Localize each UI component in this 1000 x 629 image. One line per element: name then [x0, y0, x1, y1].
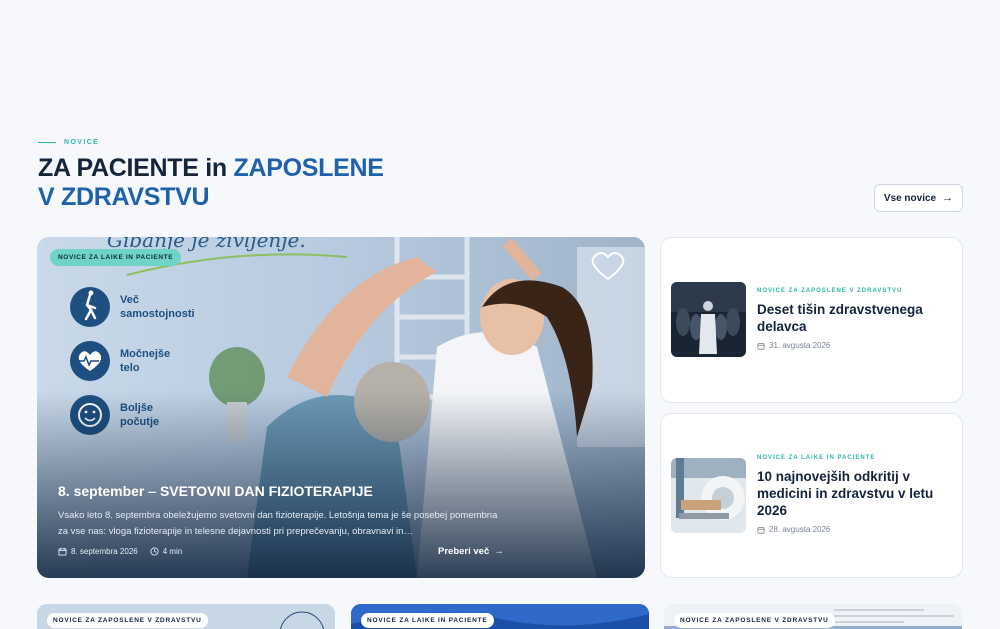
side-article-card[interactable]: NOVICE ZA LAIKE IN PACIENTE 10 najnovejš…: [660, 413, 963, 578]
featured-date: 8. septembra 2026: [58, 547, 138, 556]
calendar-icon: [58, 547, 67, 556]
all-news-label: Vse novice: [883, 192, 937, 204]
side-article-title[interactable]: 10 najnovejših odkritij v medicini in zd…: [757, 468, 952, 519]
side-article-date-text: 28. avgusta 2026: [769, 525, 831, 534]
featured-article-excerpt: Vsako leto 8. septembra obeležujemo svet…: [58, 510, 498, 537]
eyebrow-label: NOVICE: [64, 139, 100, 146]
side-article-category[interactable]: NOVICE ZA LAIKE IN PACIENTE: [757, 455, 952, 461]
bottom-article-category[interactable]: NOVICE ZA ZAPOSLENE V ZDRAVSTVU: [674, 613, 835, 628]
side-article-category[interactable]: NOVICE ZA ZAPOSLENE V ZDRAVSTVU: [757, 288, 952, 294]
featured-read-time: 4 min: [150, 547, 183, 556]
featured-article-content: 8. september – SVETOVNI DAN FIZIOTERAPIJ…: [58, 483, 505, 540]
featured-date-text: 8. septembra 2026: [71, 547, 138, 556]
bottom-article-card[interactable]: NOVICE ZA LAIKE IN PACIENTE: [351, 604, 649, 629]
side-article-date: 28. avgusta 2026: [757, 525, 952, 534]
featured-category-badge[interactable]: NOVICE ZA LAIKE IN PACIENTE: [50, 249, 182, 266]
side-article-info: NOVICE ZA ZAPOSLENE V ZDRAVSTVU Deset ti…: [757, 288, 952, 350]
featured-article-card[interactable]: Gibanje je življenje. Več samostojnosti …: [37, 237, 645, 578]
arrow-right-icon: →: [942, 192, 954, 204]
bottom-article-category[interactable]: NOVICE ZA LAIKE IN PACIENTE: [361, 613, 494, 628]
side-article-date: 31. avgusta 2026: [757, 341, 952, 350]
calendar-icon: [757, 526, 765, 534]
bottom-article-card[interactable]: NOVICE ZA ZAPOSLENE V ZDRAVSTVU: [37, 604, 335, 629]
side-article-thumbnail: [671, 282, 746, 357]
featured-article-meta: 8. septembra 2026 4 min: [58, 547, 182, 556]
title-dark-part: ZA PACIENTE in: [38, 154, 227, 182]
section-title: ZA PACIENTE in ZAPOSLENE V ZDRAVSTVU: [38, 154, 384, 212]
side-article-info: NOVICE ZA LAIKE IN PACIENTE 10 najnovejš…: [757, 455, 952, 534]
bottom-article-category[interactable]: NOVICE ZA ZAPOSLENE V ZDRAVSTVU: [47, 613, 208, 628]
arrow-right-icon: →: [494, 546, 504, 557]
bottom-article-card[interactable]: NOVICE ZA ZAPOSLENE V ZDRAVSTVU: [664, 604, 962, 629]
side-article-title[interactable]: Deset tišin zdravstvenega delavca: [757, 301, 952, 335]
side-article-thumbnail: [671, 458, 746, 533]
calendar-icon: [757, 342, 765, 350]
title-blue-part-2: V ZDRAVSTVU: [38, 183, 210, 211]
side-article-card[interactable]: NOVICE ZA ZAPOSLENE V ZDRAVSTVU Deset ti…: [660, 237, 963, 403]
all-news-button[interactable]: Vse novice →: [874, 184, 963, 212]
read-more-label: Preberi več: [438, 546, 490, 557]
section-eyebrow: NOVICE: [38, 139, 99, 146]
read-more-link[interactable]: Preberi več →: [438, 546, 504, 557]
title-blue-part-1: ZAPOSLENE: [233, 154, 384, 182]
eyebrow-line: [38, 142, 56, 143]
clock-icon: [150, 547, 159, 556]
featured-read-time-text: 4 min: [162, 547, 183, 556]
side-article-date-text: 31. avgusta 2026: [769, 341, 831, 350]
featured-article-title[interactable]: 8. september – SVETOVNI DAN FIZIOTERAPIJ…: [58, 483, 505, 499]
